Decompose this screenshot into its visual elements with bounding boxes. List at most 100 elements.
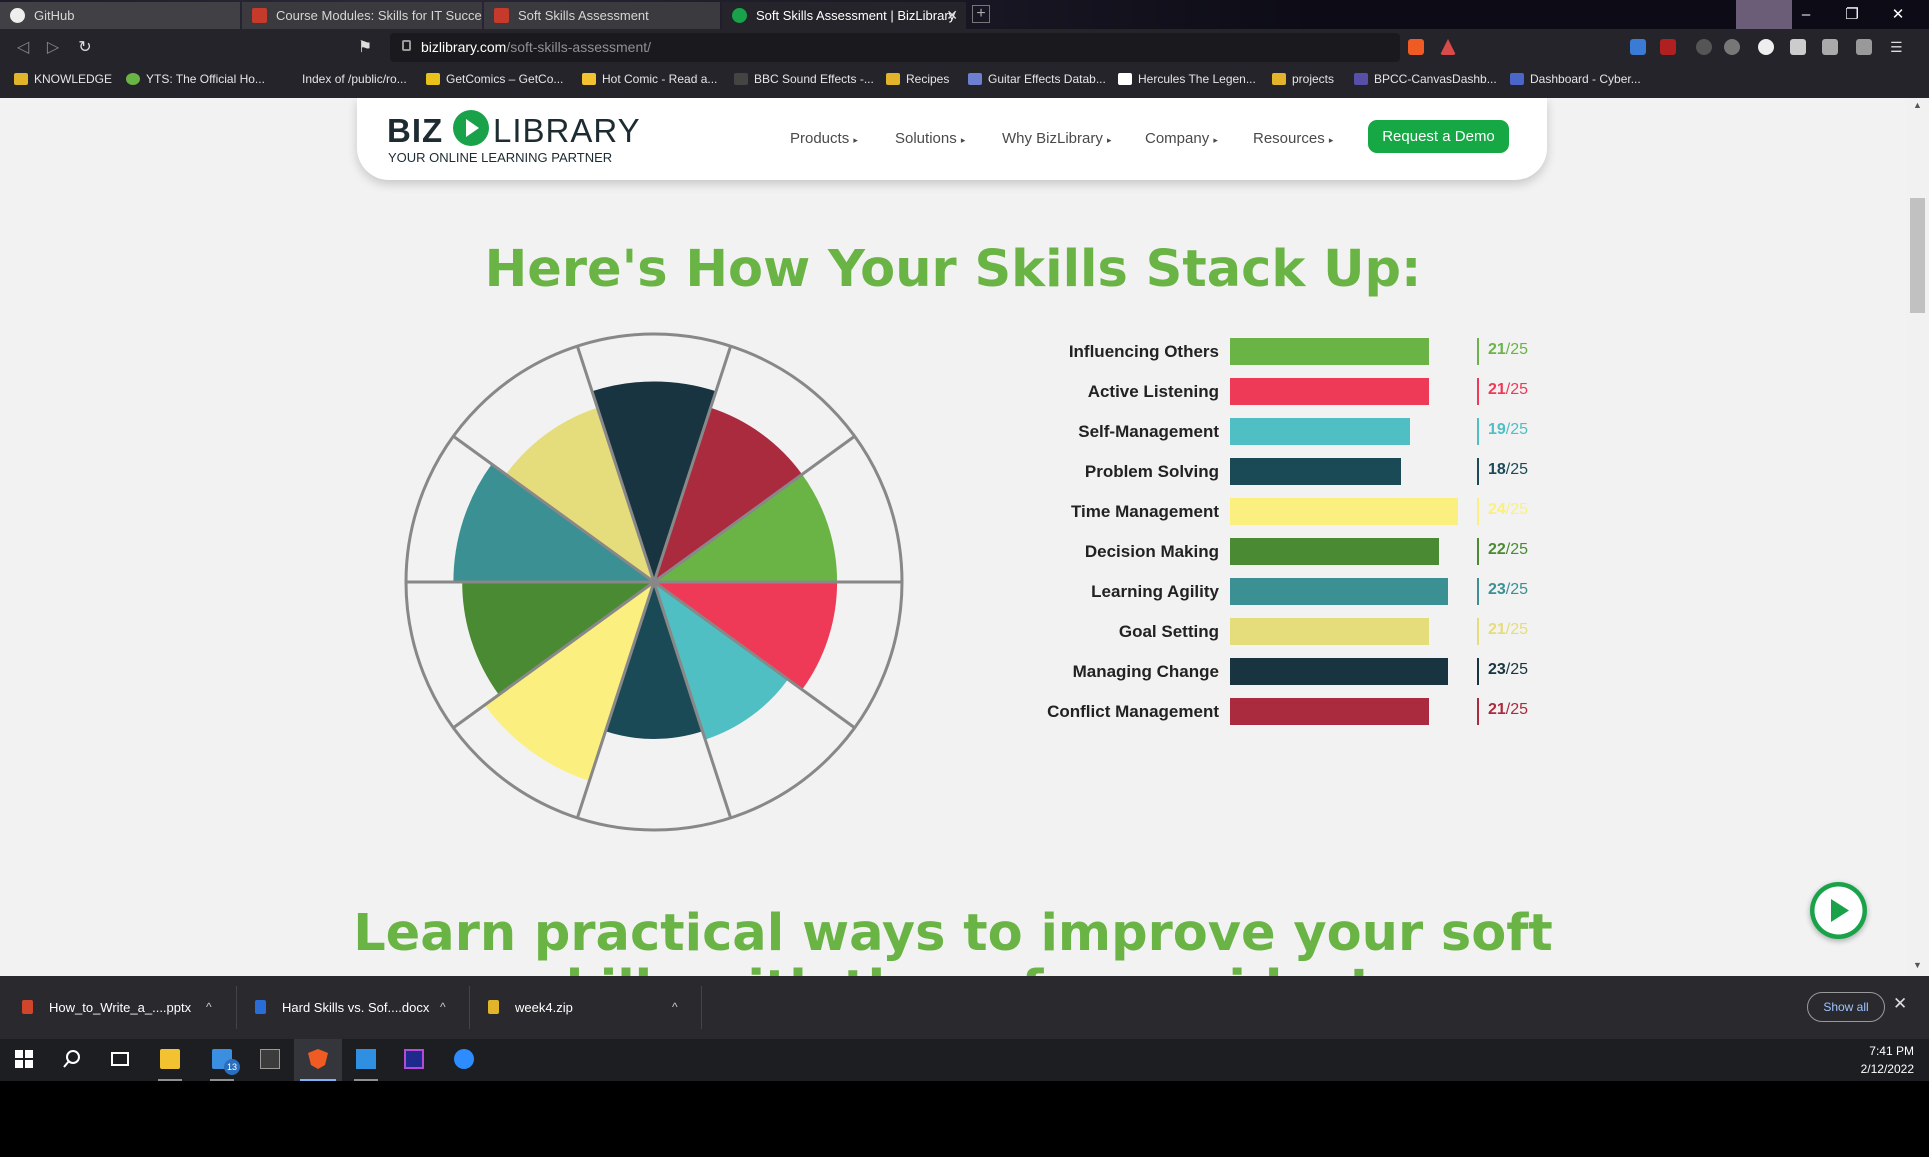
chevron-up-icon[interactable]: ^ bbox=[440, 976, 446, 1039]
request-demo-button[interactable]: Request a Demo bbox=[1368, 120, 1509, 153]
tab-soft-skills[interactable]: Soft Skills Assessment bbox=[484, 2, 720, 29]
vscode-icon bbox=[356, 1049, 376, 1069]
brave-button[interactable] bbox=[294, 1039, 342, 1081]
show-all-downloads-button[interactable]: Show all bbox=[1807, 992, 1885, 1022]
zip-file-icon bbox=[488, 1000, 499, 1014]
brave-icon bbox=[308, 1049, 328, 1069]
nav-solutions[interactable]: Solutions ▸ bbox=[895, 130, 965, 147]
score-value: 21 bbox=[1488, 381, 1506, 398]
address-bar[interactable]: bizlibrary.com/soft-skills-assessment/ bbox=[390, 33, 1400, 62]
logo-library-text[interactable]: LIBRARY bbox=[493, 112, 641, 150]
desktop-strip bbox=[0, 1081, 1929, 1157]
bookmark-item[interactable]: projects bbox=[1272, 66, 1334, 92]
translate-icon[interactable] bbox=[1630, 39, 1646, 55]
nav-why-bizlibrary[interactable]: Why BizLibrary ▸ bbox=[1002, 130, 1112, 147]
bookmark-item[interactable]: Hot Comic - Read a... bbox=[582, 66, 717, 92]
react-devtools-icon[interactable] bbox=[1696, 39, 1712, 55]
bar-label: Problem Solving bbox=[1084, 462, 1219, 481]
zoom-button[interactable] bbox=[440, 1039, 488, 1081]
tab-github[interactable]: GitHub bbox=[0, 2, 240, 29]
tab-course-modules[interactable]: Course Modules: Skills for IT Success bbox=[242, 2, 482, 29]
canvas-icon bbox=[252, 8, 267, 23]
bar-label: Learning Agility bbox=[1091, 582, 1219, 601]
file-explorer-button[interactable] bbox=[146, 1039, 194, 1081]
back-icon[interactable]: ◁ bbox=[12, 37, 34, 59]
score-value: 18 bbox=[1488, 461, 1506, 478]
score-value: 23 bbox=[1488, 661, 1506, 678]
download-item[interactable]: How_to_Write_a_....pptx ^ bbox=[22, 976, 218, 1039]
logo-play-icon[interactable] bbox=[453, 110, 489, 146]
menu-icon[interactable]: ☰ bbox=[1890, 39, 1906, 55]
reading-list-icon[interactable] bbox=[1822, 39, 1838, 55]
browser-toolbar: ◁ ▷ ↻ ⚑ bizlibrary.com/soft-skills-asses… bbox=[0, 29, 1929, 66]
task-view-button[interactable] bbox=[96, 1039, 144, 1081]
chat-button[interactable] bbox=[1810, 882, 1867, 939]
yts-icon bbox=[126, 73, 140, 85]
bar-score: 21/25 bbox=[1488, 701, 1528, 719]
tab-title: Soft Skills Assessment | BizLibrary bbox=[756, 8, 956, 23]
reload-icon[interactable]: ↻ bbox=[74, 37, 96, 59]
minimize-icon[interactable]: – bbox=[1783, 0, 1829, 29]
forward-icon[interactable]: ▷ bbox=[42, 37, 64, 59]
bookmark-item[interactable]: Recipes bbox=[886, 66, 949, 92]
extension-w-icon[interactable] bbox=[1724, 39, 1740, 55]
scroll-up-icon[interactable]: ▲ bbox=[1906, 100, 1929, 114]
cyber-icon bbox=[1510, 73, 1524, 85]
bar-score: 21/25 bbox=[1488, 341, 1528, 359]
start-button[interactable] bbox=[0, 1039, 48, 1081]
new-tab-button[interactable]: + bbox=[972, 5, 990, 23]
intellij-icon bbox=[404, 1049, 424, 1069]
bookmark-item[interactable]: Guitar Effects Datab... bbox=[968, 66, 1106, 92]
score-value: 21 bbox=[1488, 341, 1506, 358]
brave-rewards-icon[interactable] bbox=[1440, 39, 1456, 55]
logo-biz-text[interactable]: BIZ bbox=[387, 112, 443, 150]
tab-bizlibrary-active[interactable]: Soft Skills Assessment | BizLibrary ✕ bbox=[722, 2, 966, 29]
bar bbox=[1230, 618, 1429, 645]
brave-shields-icon[interactable] bbox=[1408, 39, 1424, 55]
vscode-button[interactable] bbox=[342, 1039, 390, 1081]
results-headline: Here's How Your Skills Stack Up: bbox=[484, 240, 1422, 299]
download-item[interactable]: Hard Skills vs. Sof....docx ^ bbox=[255, 976, 451, 1039]
mail-button[interactable]: 13 bbox=[198, 1039, 246, 1081]
bookmark-item[interactable]: KNOWLEDGE bbox=[14, 66, 112, 92]
download-item[interactable]: week4.zip ^ bbox=[488, 976, 684, 1039]
bar bbox=[1230, 698, 1429, 725]
close-tab-icon[interactable]: ✕ bbox=[946, 2, 958, 29]
skills-radial-chart bbox=[404, 332, 904, 832]
intellij-button[interactable] bbox=[390, 1039, 438, 1081]
scrollbar-thumb[interactable] bbox=[1910, 198, 1925, 313]
bizlibrary-icon bbox=[732, 8, 747, 23]
wallet-icon[interactable] bbox=[1856, 39, 1872, 55]
canvas-dashboard-icon bbox=[1354, 73, 1368, 85]
close-window-icon[interactable]: ✕ bbox=[1875, 0, 1921, 29]
bar-score: 22/25 bbox=[1488, 541, 1528, 559]
nav-products[interactable]: Products ▸ bbox=[790, 130, 858, 147]
bookmark-icon[interactable]: ⚑ bbox=[354, 37, 376, 59]
bookmark-item[interactable]: BBC Sound Effects -... bbox=[734, 66, 874, 92]
extension-circle-icon[interactable] bbox=[1758, 39, 1774, 55]
restore-icon[interactable]: ❐ bbox=[1829, 0, 1875, 29]
bookmark-item[interactable]: YTS: The Official Ho... bbox=[126, 66, 265, 92]
score-total: /25 bbox=[1505, 661, 1529, 678]
chevron-up-icon[interactable]: ^ bbox=[672, 976, 678, 1039]
getcomics-icon bbox=[426, 73, 440, 85]
bookmark-item[interactable]: Index of /public/ro... bbox=[282, 66, 407, 92]
site-header: BIZ LIBRARY YOUR ONLINE LEARNING PARTNER… bbox=[357, 98, 1547, 180]
nav-resources[interactable]: Resources ▸ bbox=[1253, 130, 1333, 147]
system-clock[interactable]: 7:41 PM 2/12/2022 bbox=[1861, 1042, 1914, 1078]
bookmark-item[interactable]: BPCC-CanvasDashb... bbox=[1354, 66, 1497, 92]
extension-icon[interactable] bbox=[1660, 39, 1676, 55]
bookmark-item[interactable]: Dashboard - Cyber... bbox=[1510, 66, 1641, 92]
score-total: /25 bbox=[1505, 541, 1529, 558]
nav-company[interactable]: Company ▸ bbox=[1145, 130, 1218, 147]
puzzle-icon[interactable] bbox=[1790, 39, 1806, 55]
bookmark-item[interactable]: GetComics – GetCo... bbox=[426, 66, 563, 92]
browser-tab-strip: GitHub Course Modules: Skills for IT Suc… bbox=[0, 0, 1929, 29]
bookmark-item[interactable]: Hercules The Legen... bbox=[1118, 66, 1256, 92]
search-button[interactable] bbox=[48, 1039, 96, 1081]
chevron-right-icon: ▸ bbox=[853, 135, 858, 145]
terminal-button[interactable] bbox=[246, 1039, 294, 1081]
scroll-down-icon[interactable]: ▼ bbox=[1906, 960, 1929, 974]
close-icon[interactable]: ✕ bbox=[1893, 994, 1907, 1014]
chevron-up-icon[interactable]: ^ bbox=[206, 976, 212, 1039]
